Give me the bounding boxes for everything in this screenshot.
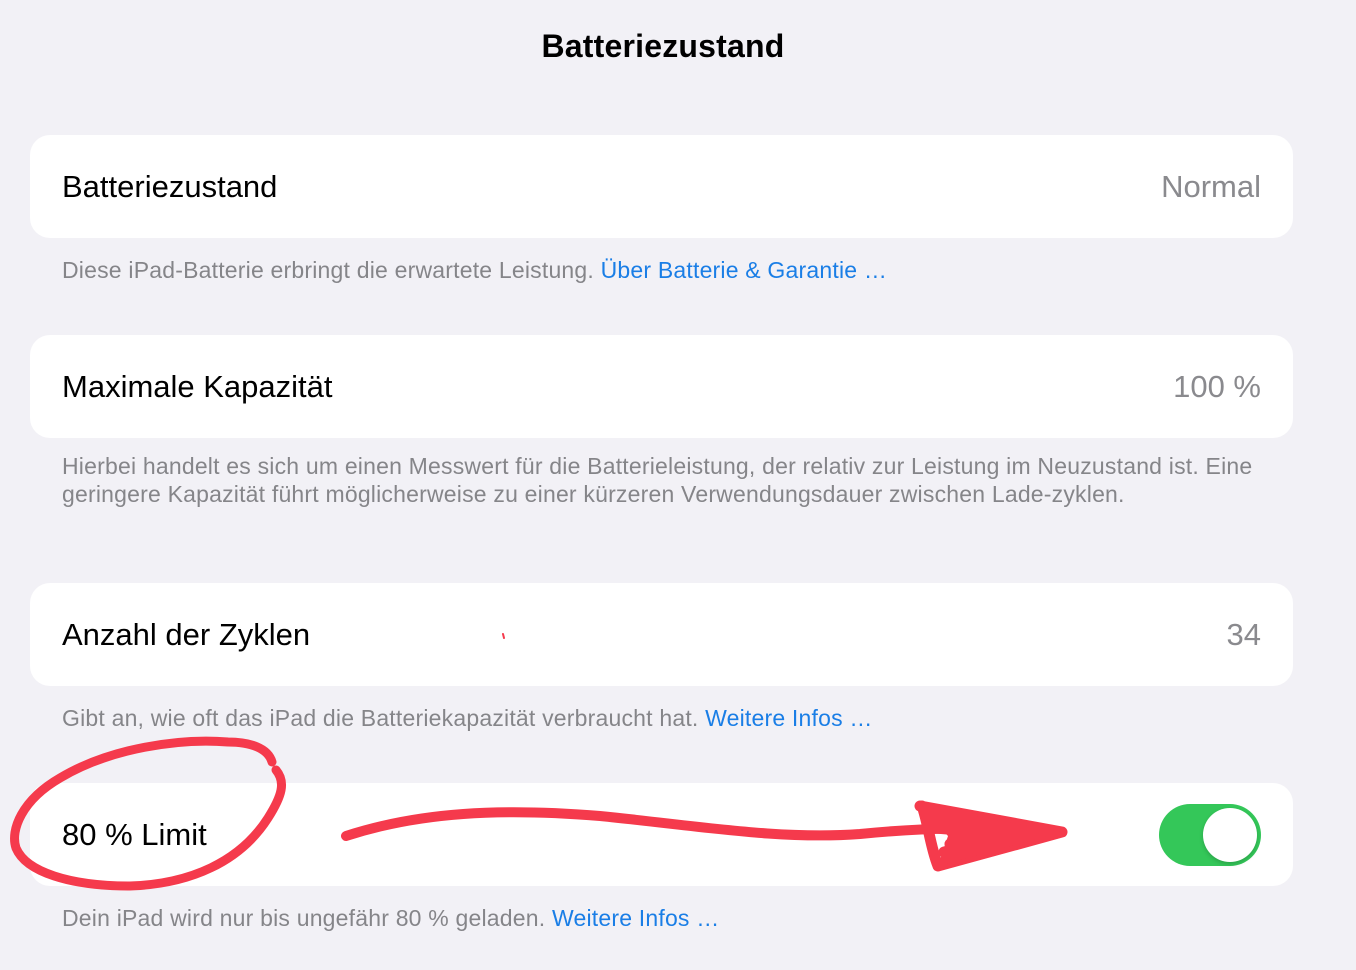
cycle-count-value: 34 [1226, 617, 1261, 652]
page-title: Batteriezustand [541, 28, 785, 64]
max-capacity-value: 100 % [1173, 369, 1261, 404]
cycle-count-label: Anzahl der Zyklen [62, 617, 311, 652]
battery-health-value: Normal [1161, 169, 1261, 204]
charge-limit-footer: Dein iPad wird nur bis ungefähr 80 % gel… [62, 904, 1262, 932]
cycle-count-footer-text: Gibt an, wie oft das iPad die Batterieka… [62, 705, 706, 731]
charge-limit-footer-text: Dein iPad wird nur bis ungefähr 80 % gel… [62, 905, 552, 931]
battery-health-footer: Diese iPad-Batterie erbringt die erwarte… [62, 256, 1262, 284]
charge-limit-label: 80 % Limit [62, 817, 207, 852]
battery-warranty-link[interactable]: Über Batterie & Garantie … [601, 257, 887, 283]
cycle-count-footer: Gibt an, wie oft das iPad die Batterieka… [62, 704, 1262, 732]
max-capacity-footer: Hierbei handelt es sich um einen Messwer… [62, 453, 1253, 507]
battery-health-footer-text: Diese iPad-Batterie erbringt die erwarte… [62, 257, 601, 283]
cycle-count-more-info-link[interactable]: Weitere Infos … [705, 705, 872, 731]
toggle-knob [1203, 808, 1257, 862]
charge-limit-row: 80 % Limit [30, 783, 1293, 886]
battery-health-label: Batteriezustand [62, 169, 278, 204]
max-capacity-row: Maximale Kapazität 100 % [30, 335, 1293, 438]
battery-health-row: Batteriezustand Normal [30, 135, 1293, 238]
cycle-count-row: Anzahl der Zyklen 34 [30, 583, 1293, 686]
max-capacity-label: Maximale Kapazität [62, 369, 333, 404]
charge-limit-more-info-link[interactable]: Weitere Infos … [552, 905, 719, 931]
charge-limit-toggle[interactable] [1159, 804, 1261, 866]
